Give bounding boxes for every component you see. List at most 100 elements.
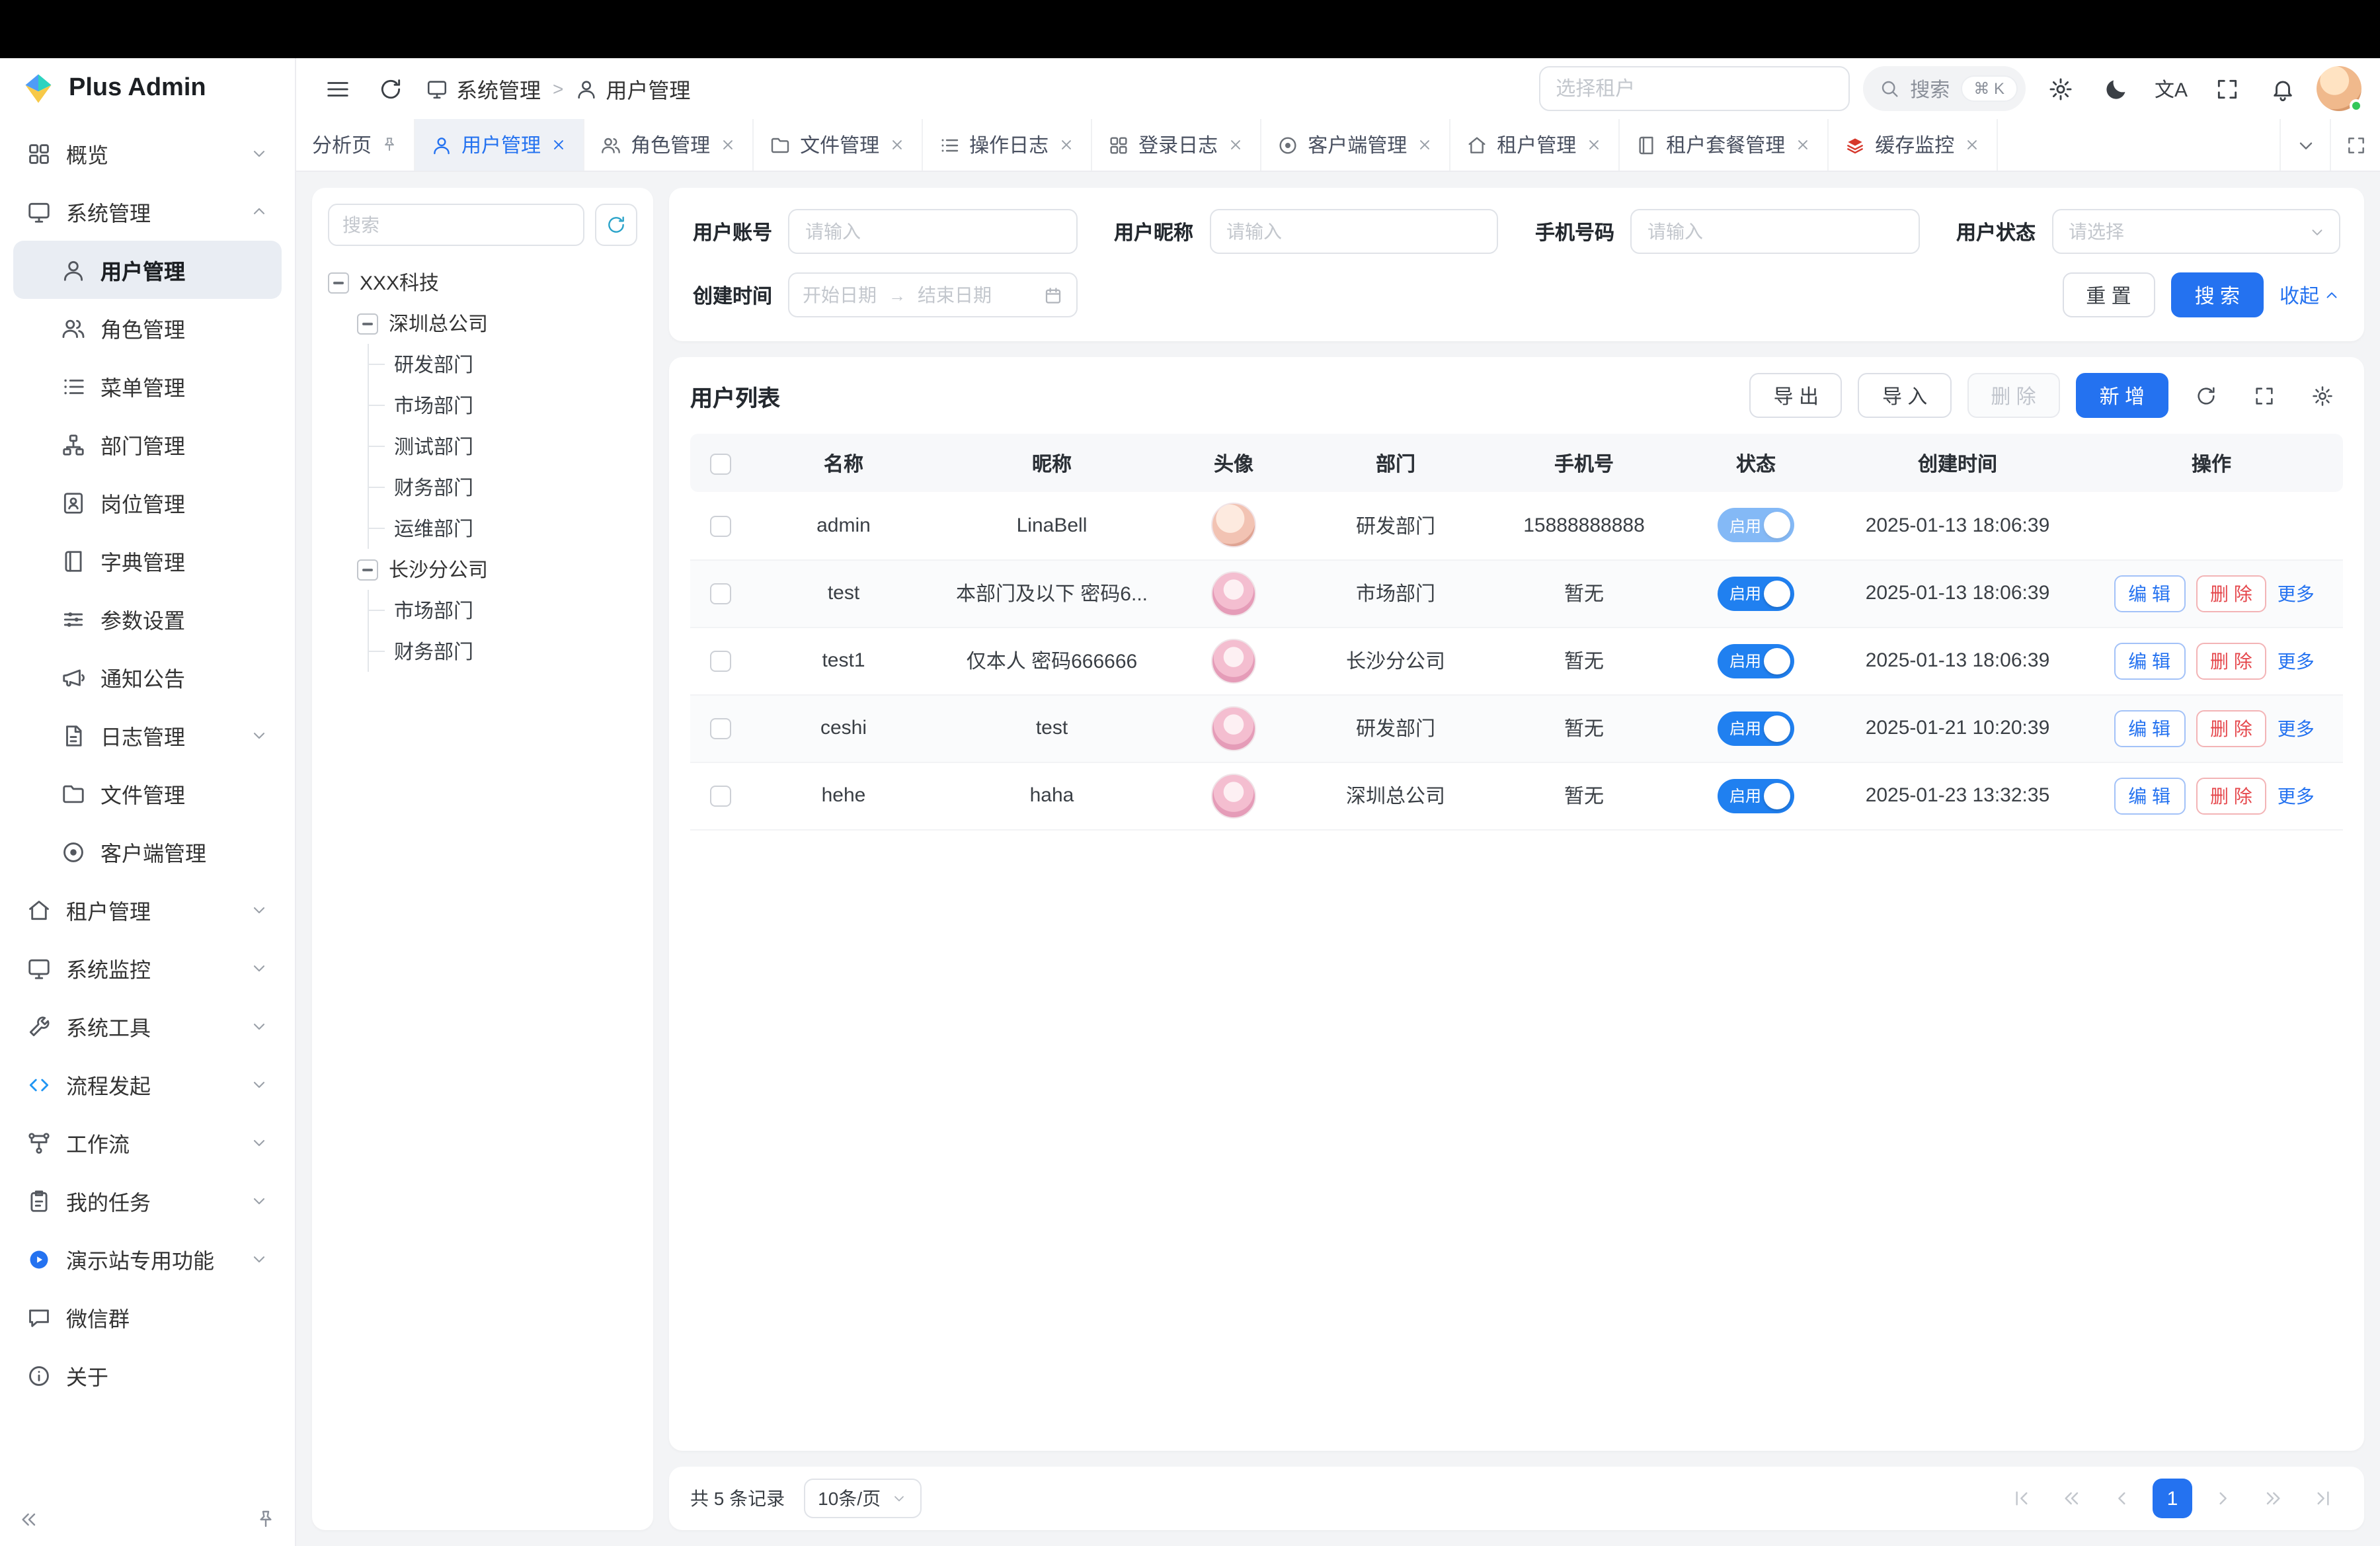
collapse-filters-link[interactable]: 收起 <box>2280 281 2340 309</box>
sidebar-item-demo-features[interactable]: 演示站专用功能 <box>13 1230 282 1288</box>
edit-button[interactable]: 编 辑 <box>2114 777 2185 814</box>
tab-analysis[interactable]: 分析页 <box>296 119 415 171</box>
tab-login-log[interactable]: 登录日志 <box>1092 119 1261 171</box>
pagination-first-button[interactable] <box>2002 1479 2042 1518</box>
settings-button[interactable] <box>2039 67 2081 110</box>
row-checkbox[interactable] <box>710 651 731 672</box>
pagination-prev-fast-button[interactable] <box>2052 1479 2092 1518</box>
content-fullscreen-button[interactable] <box>2330 119 2380 171</box>
sidebar-item-wechat-group[interactable]: 微信群 <box>13 1288 282 1346</box>
tab-tenant-management[interactable]: 租户管理 <box>1450 119 1620 171</box>
close-tab-icon[interactable] <box>550 136 567 153</box>
notifications-button[interactable] <box>2261 67 2303 110</box>
edit-button[interactable]: 编 辑 <box>2114 710 2185 747</box>
tree-search-input[interactable] <box>328 204 584 246</box>
export-button[interactable]: 导 出 <box>1750 373 1843 418</box>
tree-leaf[interactable]: 测试部门 <box>369 426 637 467</box>
tab-operation-log[interactable]: 操作日志 <box>923 119 1092 171</box>
row-checkbox[interactable] <box>710 718 731 739</box>
tab-cache-monitor[interactable]: 缓存监控 <box>1829 119 1998 171</box>
sidebar-item-notice[interactable]: 通知公告 <box>13 648 282 706</box>
more-button[interactable]: 更多 <box>2278 583 2315 604</box>
delete-button[interactable]: 删 除 <box>1967 373 2059 418</box>
status-switch[interactable]: 启用 <box>1718 576 1794 610</box>
close-tab-icon[interactable] <box>1227 136 1244 153</box>
pin-sidebar-button[interactable] <box>255 1509 276 1530</box>
tree-expand-toggle[interactable] <box>357 313 378 334</box>
tree-node[interactable]: 长沙分公司 <box>357 549 637 590</box>
refresh-page-button[interactable] <box>368 66 413 111</box>
theme-toggle-button[interactable] <box>2094 67 2137 110</box>
user-avatar[interactable] <box>2317 66 2361 111</box>
sidebar-item-dept-management[interactable]: 部门管理 <box>13 415 282 473</box>
pin-tab-icon[interactable] <box>381 136 398 153</box>
sidebar-item-about[interactable]: 关于 <box>13 1346 282 1404</box>
sidebar-item-user-management[interactable]: 用户管理 <box>13 241 282 299</box>
collapse-sidebar-button[interactable] <box>19 1509 40 1530</box>
sidebar-item-param-settings[interactable]: 参数设置 <box>13 590 282 648</box>
tree-node[interactable]: XXX科技 <box>328 262 637 303</box>
more-button[interactable]: 更多 <box>2278 785 2315 806</box>
tree-node[interactable]: 深圳总公司 <box>357 303 637 344</box>
sidebar-item-log-management[interactable]: 日志管理 <box>13 706 282 764</box>
delete-row-button[interactable]: 删 除 <box>2196 642 2267 679</box>
pagination-next-button[interactable] <box>2203 1479 2242 1518</box>
tree-refresh-button[interactable] <box>595 204 637 246</box>
close-tab-icon[interactable] <box>1964 136 1981 153</box>
page-size-select[interactable]: 10条/页 <box>803 1479 922 1518</box>
table-refresh-button[interactable] <box>2184 374 2227 417</box>
sidebar-item-client-management[interactable]: 客户端管理 <box>13 823 282 881</box>
delete-row-button[interactable]: 删 除 <box>2196 710 2267 747</box>
close-tab-icon[interactable] <box>1058 136 1075 153</box>
pagination-last-button[interactable] <box>2303 1479 2343 1518</box>
sidebar-item-tenant-management[interactable]: 租户管理 <box>13 881 282 939</box>
tree-leaf[interactable]: 财务部门 <box>369 467 637 508</box>
delete-row-button[interactable]: 删 除 <box>2196 575 2267 612</box>
pagination-next-fast-button[interactable] <box>2253 1479 2293 1518</box>
select-all-checkbox[interactable] <box>710 453 731 474</box>
tree-leaf[interactable]: 研发部门 <box>369 344 637 385</box>
reset-button[interactable]: 重 置 <box>2062 272 2155 317</box>
search-button[interactable]: 搜 索 <box>2171 272 2264 317</box>
table-fullscreen-button[interactable] <box>2242 374 2285 417</box>
more-button[interactable]: 更多 <box>2278 717 2315 739</box>
tree-leaf[interactable]: 市场部门 <box>369 385 637 426</box>
tree-leaf[interactable]: 运维部门 <box>369 508 637 549</box>
breadcrumb-system-management[interactable]: 系统管理 <box>426 73 541 104</box>
status-switch[interactable]: 启用 <box>1718 643 1794 678</box>
tab-role-management[interactable]: 角色管理 <box>584 119 754 171</box>
delete-row-button[interactable]: 删 除 <box>2196 777 2267 814</box>
tree-leaf[interactable]: 财务部门 <box>369 631 637 672</box>
status-switch[interactable]: 启用 <box>1718 778 1794 813</box>
language-button[interactable]: 文A <box>2150 67 2192 110</box>
close-tab-icon[interactable] <box>719 136 736 153</box>
fullscreen-button[interactable] <box>2205 67 2248 110</box>
menu-toggle-button[interactable] <box>315 66 360 111</box>
tab-file-management[interactable]: 文件管理 <box>754 119 923 171</box>
sidebar-item-post-management[interactable]: 岗位管理 <box>13 473 282 532</box>
close-tab-icon[interactable] <box>889 136 906 153</box>
more-button[interactable]: 更多 <box>2278 650 2315 671</box>
status-switch[interactable]: 启用 <box>1718 509 1794 543</box>
pagination-page-1[interactable]: 1 <box>2153 1479 2192 1518</box>
sidebar-item-file-management[interactable]: 文件管理 <box>13 764 282 823</box>
tree-expand-toggle[interactable] <box>328 272 349 293</box>
sidebar-item-menu-management[interactable]: 菜单管理 <box>13 357 282 415</box>
tenant-select[interactable] <box>1538 66 1849 111</box>
status-switch[interactable]: 启用 <box>1718 711 1794 745</box>
edit-button[interactable]: 编 辑 <box>2114 575 2185 612</box>
sidebar-item-system-monitor[interactable]: 系统监控 <box>13 939 282 997</box>
close-tab-icon[interactable] <box>1585 136 1603 153</box>
sidebar-item-process-start[interactable]: 流程发起 <box>13 1055 282 1114</box>
sidebar-item-dict-management[interactable]: 字典管理 <box>13 532 282 590</box>
import-button[interactable]: 导 入 <box>1858 373 1951 418</box>
tab-client-management[interactable]: 客户端管理 <box>1261 119 1450 171</box>
tree-leaf[interactable]: 市场部门 <box>369 590 637 631</box>
pagination-prev-button[interactable] <box>2102 1479 2142 1518</box>
date-range-picker[interactable]: 开始日期 → 结束日期 <box>788 272 1077 317</box>
sidebar-item-system-tools[interactable]: 系统工具 <box>13 997 282 1055</box>
add-button[interactable]: 新 增 <box>2076 373 2168 418</box>
sidebar-item-system-management[interactable]: 系统管理 <box>13 183 282 241</box>
sidebar-item-workflow[interactable]: 工作流 <box>13 1114 282 1172</box>
global-search[interactable]: 搜索 ⌘ K <box>1862 66 2026 111</box>
